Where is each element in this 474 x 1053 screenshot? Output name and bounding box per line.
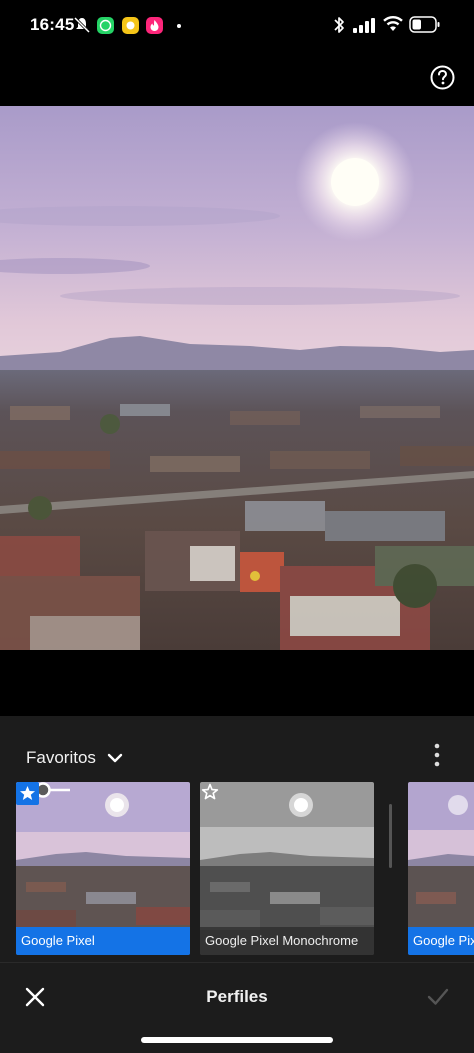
wifi-icon [383,16,403,31]
status-time: 16:45 [30,15,75,34]
yellow-app-icon [122,17,139,34]
battery-icon [409,16,440,33]
profile-label: Google Pixel [16,927,190,955]
more-vertical-icon[interactable] [432,742,442,768]
chevron-down-icon[interactable] [107,751,123,765]
signal-icon [353,18,375,33]
profile-label: Google Pixel [408,927,474,955]
photo-preview[interactable] [0,106,474,650]
profile-thumbnail-google-pixel-monochrome[interactable]: Google Pixel Monochrome [200,782,374,955]
tinder-icon [146,17,163,34]
scroll-divider [389,804,392,868]
whatsapp-icon [97,17,114,34]
status-bar: 16:45 [0,0,474,52]
question-circle-icon[interactable] [430,65,455,90]
profile-thumbnail-google-pixel-2[interactable]: Google Pixel [408,782,474,955]
mute-icon [73,16,91,34]
page-title: Perfiles [206,987,268,1006]
dot-icon [177,24,181,28]
landscape-photo [0,106,474,650]
check-icon[interactable] [426,986,450,1008]
profile-thumbnail-google-pixel[interactable]: Google Pixel [16,782,190,955]
bluetooth-icon [334,17,344,33]
favorites-dropdown-label[interactable]: Favoritos [26,748,96,768]
star-outline-icon[interactable] [200,782,220,802]
favorite-star-icon[interactable] [16,782,39,805]
profile-label: Google Pixel Monochrome [200,927,374,955]
home-indicator[interactable] [141,1037,333,1043]
